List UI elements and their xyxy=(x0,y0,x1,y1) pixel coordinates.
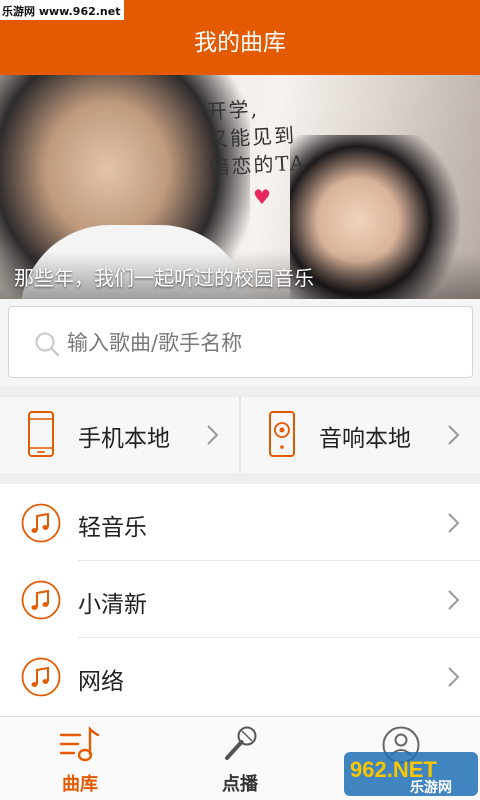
music-note-icon xyxy=(21,657,61,697)
tab-label: 点播 xyxy=(222,774,258,795)
tab-label: 曲库 xyxy=(62,774,98,795)
page-title: 我的曲库 xyxy=(194,30,286,56)
tab-on-demand[interactable]: 点播 xyxy=(160,717,320,800)
phone-local-label: 手机本地 xyxy=(78,426,170,452)
search-box[interactable] xyxy=(8,306,473,378)
list-item-label: 小清新 xyxy=(78,592,147,618)
watermark-logo-subtext: 乐游网 xyxy=(410,779,452,796)
phone-icon xyxy=(28,411,54,457)
chevron-right-icon xyxy=(448,425,460,445)
chevron-right-icon xyxy=(448,513,460,533)
banner-caption: 那些年，我们一起听过的校园音乐 xyxy=(14,266,314,290)
search-area xyxy=(0,299,480,386)
library-icon xyxy=(59,726,100,762)
music-note-icon xyxy=(21,503,61,543)
banner-handwriting-line: 暗恋的TA xyxy=(208,150,307,180)
music-note-icon xyxy=(21,580,61,620)
local-sources: 手机本地 音响本地 xyxy=(0,397,480,473)
watermark-top: 乐游网 www.962.net xyxy=(0,0,125,20)
list-item-label: 轻音乐 xyxy=(78,515,147,541)
list-item-label: 网络 xyxy=(78,669,124,695)
list-item-light-music[interactable]: 轻音乐 xyxy=(0,484,480,561)
list-item-network[interactable]: 网络 xyxy=(0,638,480,715)
watermark-logo-text: 962.NET xyxy=(350,757,437,782)
search-icon xyxy=(35,332,60,357)
chevron-right-icon xyxy=(448,667,460,687)
banner[interactable]: 开学, 又能见到 暗恋的TA ♥ 那些年，我们一起听过的校园音乐 xyxy=(0,75,480,299)
category-list: 轻音乐 小清新 网络 xyxy=(0,484,480,716)
phone-local-button[interactable]: 手机本地 xyxy=(0,397,239,473)
search-input[interactable] xyxy=(67,325,447,361)
heart-icon: ♥ xyxy=(253,185,271,209)
banner-handwriting: 开学, 又能见到 暗恋的TA xyxy=(206,93,307,182)
speaker-icon xyxy=(269,411,295,457)
speaker-local-button[interactable]: 音响本地 xyxy=(241,397,480,473)
chevron-right-icon xyxy=(207,425,219,445)
watermark-logo: 962.NET 乐游网 xyxy=(344,752,478,796)
list-item-fresh[interactable]: 小清新 xyxy=(0,561,480,638)
microphone-icon xyxy=(225,726,257,760)
speaker-local-label: 音响本地 xyxy=(319,426,411,452)
chevron-right-icon xyxy=(448,590,460,610)
tab-library[interactable]: 曲库 xyxy=(0,717,160,800)
